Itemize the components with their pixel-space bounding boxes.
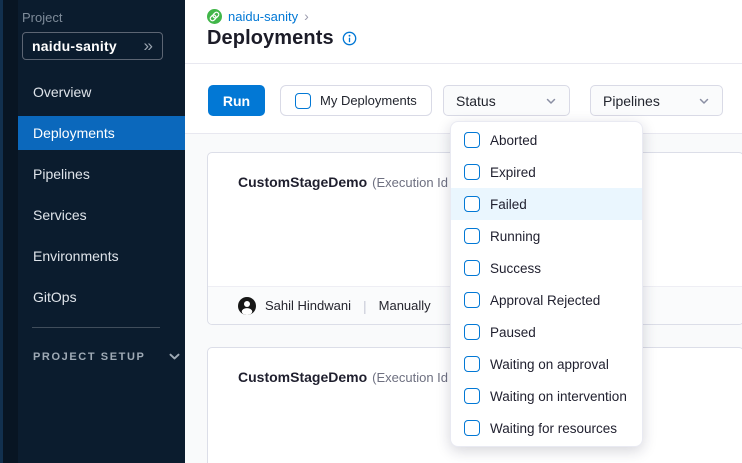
status-option-approval-rejected[interactable]: Approval Rejected (451, 284, 642, 316)
status-option-waiting-for-resources[interactable]: Waiting for resources (451, 412, 642, 444)
chevron-down-icon (698, 95, 710, 107)
checkbox-icon[interactable] (464, 228, 480, 244)
status-filter-dropdown[interactable]: Status (443, 85, 570, 116)
status-option-running[interactable]: Running (451, 220, 642, 252)
deployment-title: CustomStageDemo (Execution Id (238, 174, 448, 192)
sidebar-item-services[interactable]: Services (18, 198, 185, 232)
pipelines-filter-dropdown[interactable]: Pipelines (590, 85, 723, 116)
app-window: Project naidu-sanity » Overview Deployme… (0, 0, 742, 463)
my-deployments-filter[interactable]: My Deployments (280, 85, 432, 116)
trigger-type: Manually (379, 298, 431, 313)
triggered-by-user: Sahil Hindwani (265, 298, 351, 313)
deployment-title: CustomStageDemo (Execution Id (238, 369, 448, 387)
sidebar-item-deployments[interactable]: Deployments (18, 116, 185, 150)
status-option-failed[interactable]: Failed (451, 188, 642, 220)
page-header: naidu-sanity › Deployments (185, 0, 742, 64)
page-title-row: Deployments (207, 27, 357, 50)
page-title: Deployments (207, 27, 334, 50)
sidebar-divider (32, 327, 160, 328)
footer-separator: | (363, 298, 367, 314)
status-option-expired[interactable]: Expired (451, 156, 642, 188)
pipelines-filter-label: Pipelines (603, 93, 660, 109)
breadcrumb-project-link[interactable]: naidu-sanity (228, 9, 298, 24)
checkbox-icon[interactable] (464, 260, 480, 276)
info-icon[interactable] (342, 31, 357, 46)
breadcrumb: naidu-sanity › (207, 8, 309, 24)
chevron-down-icon (545, 95, 557, 107)
status-option-aborted[interactable]: Aborted (451, 124, 642, 156)
checkbox-icon[interactable] (464, 388, 480, 404)
status-option-waiting-on-approval[interactable]: Waiting on approval (451, 348, 642, 380)
checkbox-icon[interactable] (464, 356, 480, 372)
project-label: Project (22, 10, 62, 25)
status-option-paused[interactable]: Paused (451, 316, 642, 348)
checkbox-icon[interactable] (464, 324, 480, 340)
checkbox-icon[interactable] (464, 292, 480, 308)
user-avatar-icon (238, 297, 256, 315)
sidebar-nav: Overview Deployments Pipelines Services … (0, 75, 185, 321)
my-deployments-checkbox[interactable] (295, 93, 311, 109)
status-option-success[interactable]: Success (451, 252, 642, 284)
checkbox-icon[interactable] (464, 132, 480, 148)
sidebar-item-overview[interactable]: Overview (18, 75, 185, 109)
checkbox-icon[interactable] (464, 164, 480, 180)
sidebar-item-environments[interactable]: Environments (18, 239, 185, 273)
pipeline-name: CustomStageDemo (238, 369, 367, 385)
project-selector-value: naidu-sanity (32, 38, 117, 54)
sidebar-item-pipelines[interactable]: Pipelines (18, 157, 185, 191)
status-dropdown-menu: Aborted Expired Failed Running Success A… (450, 121, 643, 447)
chevron-down-icon (168, 350, 181, 363)
status-filter-label: Status (456, 93, 496, 109)
double-chevron-right-icon: » (144, 37, 153, 54)
run-button[interactable]: Run (208, 85, 265, 116)
sidebar-item-gitops[interactable]: GitOps (18, 280, 185, 314)
checkbox-icon[interactable] (464, 196, 480, 212)
my-deployments-label: My Deployments (320, 93, 417, 108)
execution-id-meta: (Execution Id (372, 370, 448, 385)
project-module-icon (207, 9, 222, 24)
execution-id-meta: (Execution Id (372, 175, 448, 190)
checkbox-icon[interactable] (464, 420, 480, 436)
status-option-waiting-on-intervention[interactable]: Waiting on intervention (451, 380, 642, 412)
project-selector[interactable]: naidu-sanity » (22, 32, 163, 60)
sidebar: Project naidu-sanity » Overview Deployme… (0, 0, 185, 463)
pipeline-name: CustomStageDemo (238, 174, 367, 190)
project-setup-toggle[interactable]: PROJECT SETUP (33, 350, 181, 363)
chevron-right-icon: › (304, 8, 309, 24)
